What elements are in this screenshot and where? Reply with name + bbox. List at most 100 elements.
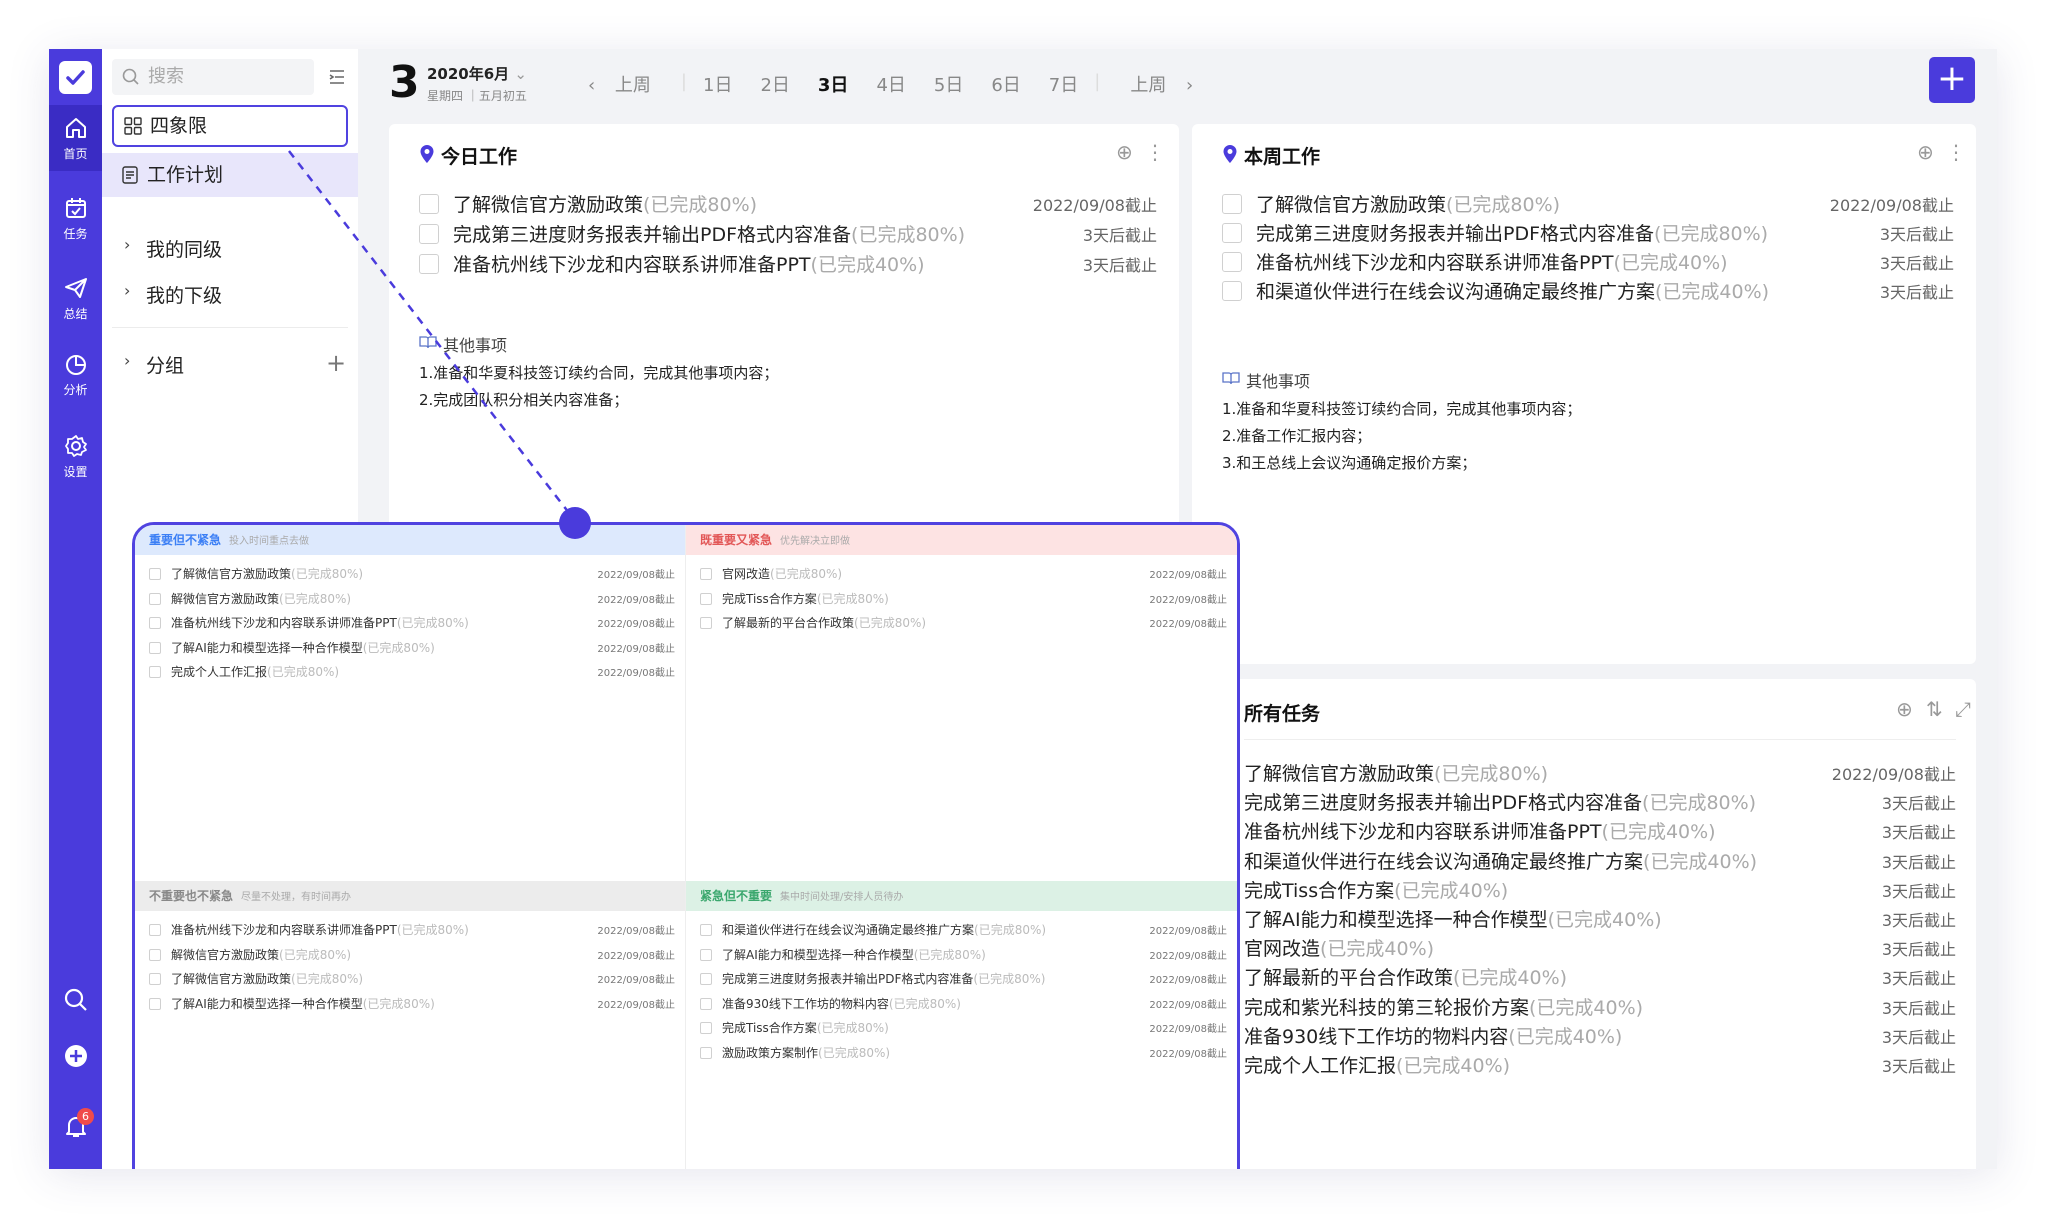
task-row[interactable]: 官网改造(已完成40%) 3天后截止 xyxy=(1244,934,1956,964)
nav-quadrant[interactable]: 四象限 xyxy=(112,105,348,147)
quadrant-task-row[interactable]: 准备杭州线下沙龙和内容联系讲师准备PPT(已完成80%) 2022/09/08截止 xyxy=(149,612,675,636)
quadrant-task-row[interactable]: 完成第三进度财务报表并输出PDF格式内容准备(已完成80%) 2022/09/08… xyxy=(700,968,1227,992)
month-selector[interactable]: 2020年6月 ⌄ xyxy=(427,63,527,84)
task-row[interactable]: 完成第三进度财务报表并输出PDF格式内容准备(已完成80%) 3天后截止 xyxy=(1222,219,1954,249)
task-name: 准备930线下工作坊的物料内容(已完成40%) xyxy=(1244,1022,1622,1049)
add-task-button[interactable]: + xyxy=(1929,57,1975,103)
task-due: 3天后截止 xyxy=(1881,881,1956,901)
task-due: 2022/09/08截止 xyxy=(1149,594,1227,606)
quadrant-task-row[interactable]: 准备杭州线下沙龙和内容联系讲师准备PPT(已完成80%) 2022/09/08截止 xyxy=(149,919,675,943)
task-row[interactable]: 完成个人工作汇报(已完成40%) 3天后截止 xyxy=(1244,1051,1956,1081)
quadrant-task-row[interactable]: 了解AI能力和模型选择一种合作模型(已完成80%) 2022/09/08截止 xyxy=(149,637,675,661)
day-tab[interactable]: 2日 xyxy=(746,71,803,97)
task-checkbox[interactable] xyxy=(149,617,161,629)
task-checkbox[interactable] xyxy=(419,224,439,244)
search-icon[interactable] xyxy=(63,987,89,1013)
task-checkbox[interactable] xyxy=(1222,223,1242,243)
more-vertical-icon[interactable]: ⋮ xyxy=(1946,140,1966,164)
rail-settings[interactable]: 设置 xyxy=(49,423,102,489)
task-row[interactable]: 了解微信官方激励政策(已完成80%) 2022/09/08截止 xyxy=(1244,759,1956,789)
task-row[interactable]: 和渠道伙伴进行在线会议沟通确定最终推广方案(已完成40%) 3天后截止 xyxy=(1222,277,1954,307)
quadrant-task-row[interactable]: 解微信官方激励政策(已完成80%) 2022/09/08截止 xyxy=(149,944,675,968)
collapse-menu-icon[interactable] xyxy=(327,67,347,87)
task-checkbox[interactable] xyxy=(700,924,712,936)
rail-summary[interactable]: 总结 xyxy=(49,265,102,331)
task-row[interactable]: 了解AI能力和模型选择一种合作模型(已完成40%) 3天后截止 xyxy=(1244,905,1956,935)
quadrant-task-row[interactable]: 和渠道伙伴进行在线会议沟通确定最终推广方案(已完成80%) 2022/09/08截… xyxy=(700,919,1227,943)
nav-work-plan[interactable]: 工作计划 xyxy=(102,153,358,197)
task-row[interactable]: 准备杭州线下沙龙和内容联系讲师准备PPT(已完成40%) 3天后截止 xyxy=(419,250,1157,280)
quadrant-task-row[interactable]: 了解AI能力和模型选择一种合作模型(已完成80%) 2022/09/08截止 xyxy=(700,944,1227,968)
add-circle-icon[interactable] xyxy=(63,1043,89,1069)
task-checkbox[interactable] xyxy=(700,617,712,629)
quadrant-task-row[interactable]: 了解AI能力和模型选择一种合作模型(已完成80%) 2022/09/08截止 xyxy=(149,993,675,1017)
quadrant-task-row[interactable]: 了解微信官方激励政策(已完成80%) 2022/09/08截止 xyxy=(149,563,675,587)
quadrant-task-row[interactable]: 了解最新的平台合作政策(已完成80%) 2022/09/08截止 xyxy=(700,612,1227,636)
task-row[interactable]: 准备杭州线下沙龙和内容联系讲师准备PPT(已完成40%) 3天后截止 xyxy=(1222,248,1954,278)
connector-handle-icon[interactable] xyxy=(557,505,593,541)
task-checkbox[interactable] xyxy=(700,568,712,580)
day-strip: ‹ 上周 | 1日 2日 3日 4日 5日 6日 7日 | 上周 › xyxy=(574,71,1207,97)
task-row[interactable]: 准备930线下工作坊的物料内容(已完成40%) 3天后截止 xyxy=(1244,1022,1956,1052)
task-checkbox[interactable] xyxy=(419,194,439,214)
quadrant-task-row[interactable]: 完成个人工作汇报(已完成80%) 2022/09/08截止 xyxy=(149,661,675,685)
add-group-icon[interactable]: + xyxy=(326,349,346,377)
task-checkbox[interactable] xyxy=(149,592,161,605)
task-checkbox[interactable] xyxy=(1222,252,1242,272)
more-vertical-icon[interactable]: ⋮ xyxy=(1145,140,1165,164)
task-row[interactable]: 完成和紫光科技的第三轮报价方案(已完成40%) 3天后截止 xyxy=(1244,993,1956,1023)
task-checkbox[interactable] xyxy=(149,568,161,580)
task-checkbox[interactable] xyxy=(149,973,161,985)
task-checkbox[interactable] xyxy=(149,641,161,654)
sort-icon[interactable]: ⇅ xyxy=(1926,697,1943,721)
rail-tasks[interactable]: 任务 xyxy=(49,185,102,251)
rail-home[interactable]: 首页 xyxy=(49,105,102,171)
quadrant-task-row[interactable]: 了解微信官方激励政策(已完成80%) 2022/09/08截止 xyxy=(149,968,675,992)
quadrant-task-row[interactable]: 解微信官方激励政策(已完成80%) 2022/09/08截止 xyxy=(149,588,675,612)
add-circle-icon[interactable]: ⊕ xyxy=(1116,140,1133,164)
quadrant-task-row[interactable]: 准备930线下工作坊的物料内容(已完成80%) 2022/09/08截止 xyxy=(700,993,1227,1017)
task-checkbox[interactable] xyxy=(149,948,161,961)
task-checkbox[interactable] xyxy=(1222,281,1242,301)
expand-icon[interactable]: ⤢ xyxy=(1955,697,1971,721)
prev-week-button[interactable]: ‹ 上周 xyxy=(574,71,679,97)
task-row[interactable]: 和渠道伙伴进行在线会议沟通确定最终推广方案(已完成40%) 3天后截止 xyxy=(1244,847,1956,877)
task-checkbox[interactable] xyxy=(149,666,161,678)
task-checkbox[interactable] xyxy=(700,948,712,961)
task-checkbox[interactable] xyxy=(149,924,161,936)
task-checkbox[interactable] xyxy=(700,997,712,1010)
task-row[interactable]: 准备杭州线下沙龙和内容联系讲师准备PPT(已完成40%) 3天后截止 xyxy=(1244,817,1956,847)
task-row[interactable]: 了解微信官方激励政策(已完成80%) 2022/09/08截止 xyxy=(419,190,1157,220)
task-row[interactable]: 完成Tiss合作方案(已完成40%) 3天后截止 xyxy=(1244,876,1956,906)
quadrant-task-row[interactable]: 完成Tiss合作方案(已完成80%) 2022/09/08截止 xyxy=(700,1017,1227,1041)
day-tab[interactable]: 5日 xyxy=(920,71,977,97)
task-checkbox[interactable] xyxy=(700,973,712,985)
tree-peers[interactable]: › 我的同级 xyxy=(122,235,222,262)
day-tab[interactable]: 4日 xyxy=(862,71,919,97)
add-circle-icon[interactable]: ⊕ xyxy=(1917,140,1934,164)
task-checkbox[interactable] xyxy=(419,254,439,274)
quadrant-task-row[interactable]: 激励政策方案制作(已完成80%) 2022/09/08截止 xyxy=(700,1042,1227,1066)
day-tab[interactable]: 7日 xyxy=(1035,71,1092,97)
task-checkbox[interactable] xyxy=(1222,194,1242,214)
task-row[interactable]: 了解最新的平台合作政策(已完成40%) 3天后截止 xyxy=(1244,963,1956,993)
task-checkbox[interactable] xyxy=(700,592,712,605)
tree-groups[interactable]: › 分组 xyxy=(122,351,184,378)
day-tab-selected[interactable]: 3日 xyxy=(804,71,863,97)
task-checkbox[interactable] xyxy=(700,1046,712,1059)
rail-analysis[interactable]: 分析 xyxy=(49,341,102,407)
task-row[interactable]: 完成第三进度财务报表并输出PDF格式内容准备(已完成80%) 3天后截止 xyxy=(419,220,1157,250)
day-tab[interactable]: 6日 xyxy=(977,71,1034,97)
tree-subordinates[interactable]: › 我的下级 xyxy=(122,281,222,308)
search-input[interactable]: 搜索 xyxy=(112,59,314,95)
task-checkbox[interactable] xyxy=(149,997,161,1010)
card-divider xyxy=(1244,739,1956,740)
quadrant-task-row[interactable]: 官网改造(已完成80%) 2022/09/08截止 xyxy=(700,563,1227,587)
task-row[interactable]: 了解微信官方激励政策(已完成80%) 2022/09/08截止 xyxy=(1222,190,1954,220)
add-circle-icon[interactable]: ⊕ xyxy=(1896,697,1913,721)
day-tab[interactable]: 1日 xyxy=(689,71,746,97)
quadrant-task-row[interactable]: 完成Tiss合作方案(已完成80%) 2022/09/08截止 xyxy=(700,588,1227,612)
task-checkbox[interactable] xyxy=(700,1022,712,1034)
task-row[interactable]: 完成第三进度财务报表并输出PDF格式内容准备(已完成80%) 3天后截止 xyxy=(1244,788,1956,818)
next-week-button[interactable]: 上周 › xyxy=(1102,71,1207,97)
